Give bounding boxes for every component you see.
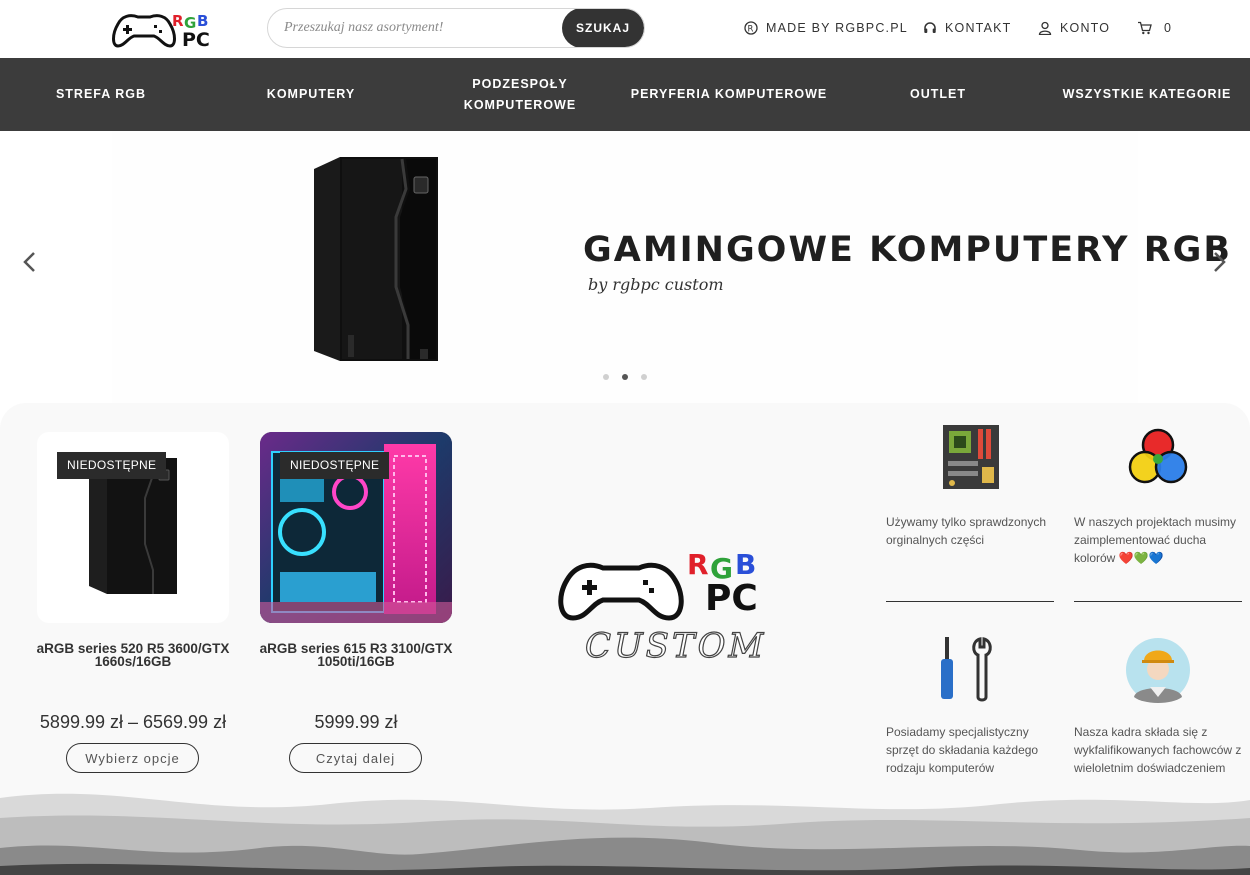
nav-item-strefa-rgb[interactable]: STREFA RGB [40,58,162,131]
product-image[interactable]: NIEDOSTĘPNE [37,432,229,623]
motherboard-icon [943,425,999,489]
color-circles-icon [1128,428,1188,484]
svg-text:B: B [735,548,756,581]
product-card: NIEDOSTĘPNE aRGB series 615 R3 3100/GTX … [260,432,452,773]
brand-logo: R G B PC CUSTOM [555,540,785,670]
product-card: NIEDOSTĘPNE aRGB series 520 R5 3600/GTX … [37,432,229,773]
svg-text:B: B [197,12,208,30]
registered-icon: R [744,21,758,35]
product-name[interactable]: aRGB series 615 R3 3100/GTX 1050ti/16GB [240,642,472,669]
product-price: 5999.99 zł [314,712,398,732]
nav-item-podzespoly[interactable]: PODZESPOŁY KOMPUTEROWE [450,58,590,131]
product-image[interactable]: NIEDOSTĘPNE [260,432,452,623]
feature-divider [886,601,1054,602]
svg-text:R: R [172,12,184,30]
status-badge: NIEDOSTĘPNE [280,452,390,479]
cart-link[interactable]: 0 [1137,19,1172,37]
choose-options-button[interactable]: Wybierz opcje [66,743,199,773]
pc-case-image [314,157,438,361]
nav-item-outlet[interactable]: OUTLET [888,58,988,131]
svg-text:R: R [747,24,754,34]
feature-text: Posiadamy specjalistyczny sprzęt do skła… [886,725,1039,775]
hero-title: GAMINGOWE KOMPUTERY RGB [583,230,1233,270]
footer-waves-decoration [0,793,1250,875]
product-price: 5899.99 zł – 6569.99 zł [39,712,227,732]
search-input[interactable] [268,9,564,47]
nav-item-wszystkie[interactable]: WSZYSTKIE KATEGORIE [1060,58,1234,131]
slider-dot-3[interactable] [641,374,647,380]
status-badge: NIEDOSTĘPNE [57,452,167,479]
made-by-link[interactable]: R MADE BY RGBPC.PL [744,19,908,37]
feature-text: Używamy tylko sprawdzonych orginalnych c… [886,515,1047,547]
search-button[interactable]: SZUKAJ [562,9,644,47]
worker-icon [1126,638,1190,703]
account-link[interactable]: KONTO [1038,19,1110,37]
user-icon [1038,21,1052,35]
slider-next-icon[interactable] [1207,249,1231,275]
cart-icon [1138,21,1152,35]
nav-item-peryferia[interactable]: PERYFERIA KOMPUTEROWE [630,58,828,131]
contact-link[interactable]: KONTAKT [923,19,1012,37]
product-name[interactable]: aRGB series 520 R5 3600/GTX 1660s/16GB [17,642,249,669]
search-form: SZUKAJ [267,8,645,48]
main-section: NIEDOSTĘPNE aRGB series 520 R5 3600/GTX … [0,403,1250,875]
account-label: KONTO [1060,21,1111,35]
feature-text: Nasza kadra składa się z wykfalifikowany… [1074,725,1242,775]
slider-dot-2[interactable] [622,374,628,380]
feature-divider [1074,601,1242,602]
contact-label: KONTAKT [945,21,1012,35]
feature-text: W naszych projektach musimy zaimplemento… [1074,515,1237,565]
brand-logo-text: CUSTOM [584,625,767,666]
main-nav: STREFA RGB KOMPUTERY PODZESPOŁY KOMPUTER… [0,58,1250,131]
svg-text:PC: PC [705,578,758,619]
svg-text:R: R [687,548,709,581]
site-logo[interactable]: R G B PC [110,6,220,51]
headset-icon [924,22,936,33]
top-bar: R G B PC SZUKAJ R MADE BY RGBPC.PL KONTA… [0,0,1250,58]
slider-dots [603,374,647,380]
tools-icon [941,637,992,702]
hero-slide: GAMINGOWE KOMPUTERY RGB by rgbpc custom [112,131,1230,403]
slider-dot-1[interactable] [603,374,609,380]
hero-slider: GAMINGOWE KOMPUTERY RGB by rgbpc custom [0,131,1250,403]
read-more-button[interactable]: Czytaj dalej [289,743,422,773]
svg-text:PC: PC [182,29,210,50]
nav-item-komputery[interactable]: KOMPUTERY [250,58,372,131]
hero-subtitle: by rgbpc custom [588,275,724,294]
cart-count: 0 [1164,21,1173,35]
slider-prev-icon[interactable] [18,249,42,275]
made-by-label: MADE BY RGBPC.PL [766,21,908,35]
